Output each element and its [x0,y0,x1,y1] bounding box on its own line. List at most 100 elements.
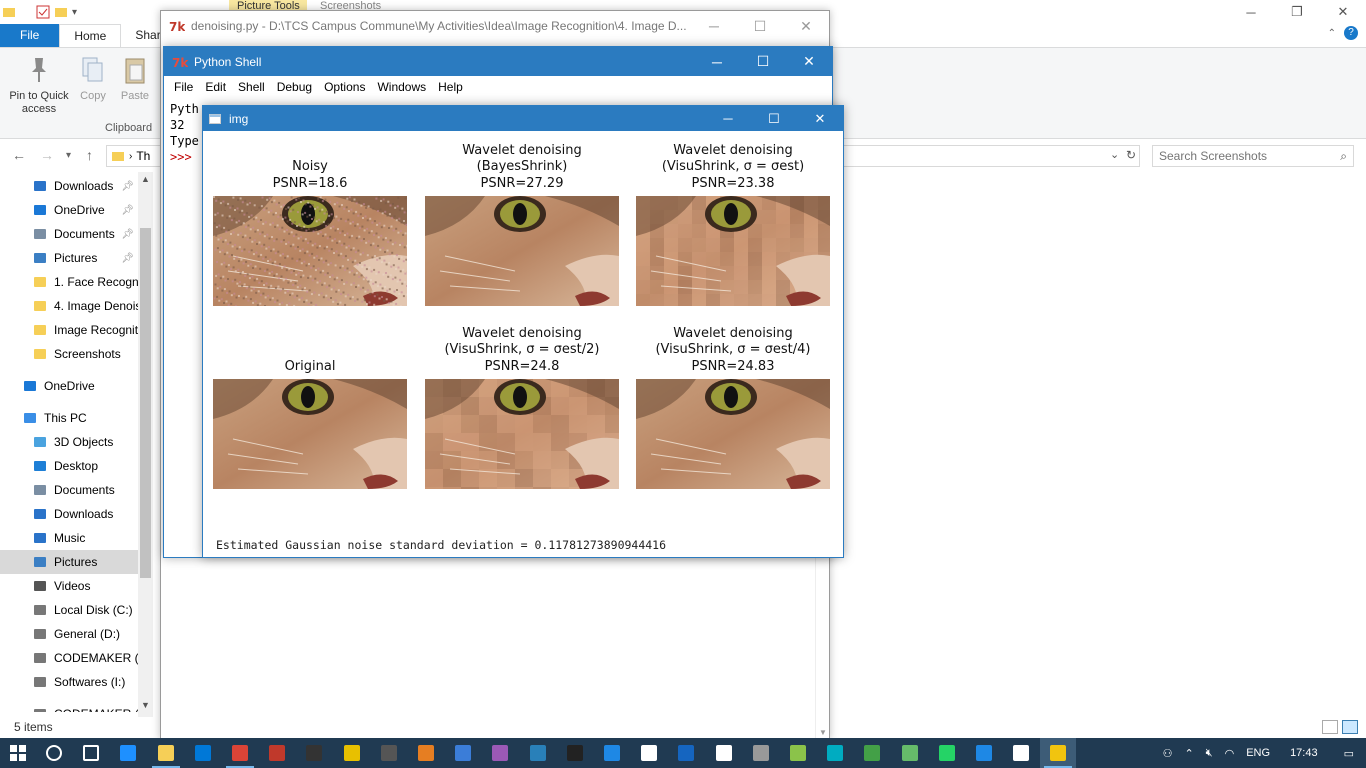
forward-arrow-icon[interactable]: → [40,147,54,163]
search-icon[interactable]: ⌕ [1340,149,1347,164]
sidebar-item[interactable]: General (D:) [0,622,138,646]
volume-muted-icon[interactable]: 🔇︎ [1200,747,1219,760]
sidebar-item[interactable]: Music [0,526,138,550]
tab-file[interactable]: File [0,24,60,47]
maximize-icon[interactable]: ☐ [751,106,797,131]
sidebar-item[interactable]: Softwares (I:) [0,670,138,694]
task-view-icon[interactable] [73,738,109,768]
chevron-down-icon[interactable]: ▾ [72,7,77,18]
minimize-icon[interactable]: ─ [691,11,737,41]
menu-edit[interactable]: Edit [199,80,232,94]
sidebar-item[interactable]: OneDrive [0,374,138,398]
paste-button[interactable]: Paste [118,54,152,103]
app-icon[interactable] [780,738,816,768]
sidebar-item[interactable]: CODEMAKER (E: [0,646,138,670]
app-icon[interactable] [520,738,556,768]
menu-help[interactable]: Help [432,80,469,94]
cmd-icon[interactable] [296,738,332,768]
chrome-icon[interactable] [222,738,258,768]
folder-icon[interactable] [2,5,16,19]
navigation-scrollbar[interactable]: ▲ ▼ [138,172,153,717]
app-icon[interactable] [743,738,779,768]
sidebar-item[interactable]: Screenshots [0,342,138,366]
app-icon[interactable] [706,738,742,768]
whatsapp-icon[interactable] [929,738,965,768]
search-box[interactable]: ⌕ [1152,145,1354,167]
store-icon[interactable] [185,738,221,768]
menu-file[interactable]: File [168,80,199,94]
people-icon[interactable]: ⚇ [1157,747,1179,760]
properties-icon[interactable] [36,5,50,19]
copy-button[interactable]: Copy [78,54,108,103]
edge-icon[interactable] [110,738,146,768]
app-icon[interactable] [594,738,630,768]
sidebar-item[interactable]: Desktop [0,454,138,478]
minimize-icon[interactable]: ─ [705,106,751,131]
address-bar-right[interactable]: ⌄ ↻ [844,145,1140,167]
start-icon[interactable] [0,738,36,768]
address-dropdown-icon[interactable]: ⌄ [1110,148,1119,161]
menu-windows[interactable]: Windows [371,80,432,94]
close-icon[interactable]: ✕ [1320,0,1366,24]
sidebar-item[interactable]: 4. Image Denois [0,294,138,318]
sidebar-item[interactable]: Pictures [0,550,138,574]
app-icon[interactable] [668,738,704,768]
help-icon[interactable]: ? [1344,26,1358,40]
app-icon[interactable] [817,738,853,768]
python-icon[interactable] [1040,738,1077,768]
wifi-icon[interactable]: ◠ [1219,747,1241,760]
up-arrow-icon[interactable]: ↑ [86,147,93,163]
close-icon[interactable]: ✕ [797,106,843,131]
pin-to-quick-access-button[interactable]: Pin to Quick access [6,54,72,116]
sidebar-item[interactable]: Downloads [0,502,138,526]
recent-locations-icon[interactable]: ▾ [66,150,71,161]
sidebar-item[interactable]: Documents [0,478,138,502]
search-input[interactable] [1159,149,1319,163]
maximize-icon[interactable]: ☐ [737,11,783,41]
menu-shell[interactable]: Shell [232,80,271,94]
close-icon[interactable]: ✕ [783,11,829,41]
sidebar-item[interactable]: Documents 📌︎ [0,222,138,246]
settings-icon[interactable] [1003,738,1039,768]
app-icon[interactable] [408,738,444,768]
clock[interactable]: 17:43 [1276,747,1332,759]
sidebar-item[interactable]: Downloads 📌︎ [0,174,138,198]
tray-chevron-up-icon[interactable]: ⌃ [1178,747,1199,760]
scroll-up-icon[interactable]: ▲ [141,174,150,184]
scroll-down-icon[interactable]: ▼ [141,700,150,710]
language-indicator[interactable]: ENG [1240,747,1276,759]
app-icon[interactable] [892,738,928,768]
sidebar-item[interactable]: Videos [0,574,138,598]
sidebar-item[interactable]: 3D Objects [0,430,138,454]
sidebar-item[interactable]: CODEMAKER (E:) [0,702,138,712]
app-icon[interactable] [371,738,407,768]
sidebar-item[interactable]: Pictures 📌︎ [0,246,138,270]
notepad-icon[interactable] [966,738,1002,768]
maximize-icon[interactable]: ☐ [740,47,786,76]
app-icon[interactable] [854,738,890,768]
notifications-icon[interactable]: ▭ [1332,747,1366,760]
app-icon[interactable] [259,738,295,768]
app-icon[interactable] [482,738,518,768]
search-icon[interactable] [36,738,72,768]
app-icon[interactable] [445,738,481,768]
back-arrow-icon[interactable]: ← [12,147,26,163]
app-icon[interactable] [334,738,370,768]
file-explorer-icon[interactable] [148,738,184,768]
new-folder-icon[interactable] [54,5,68,19]
large-icons-view-icon[interactable] [1342,720,1358,734]
menu-debug[interactable]: Debug [271,80,318,94]
mail-icon[interactable] [631,738,667,768]
scrollbar-thumb[interactable] [140,228,151,578]
minimize-icon[interactable]: ─ [1228,0,1274,24]
tab-home[interactable]: Home [59,24,122,47]
app-icon[interactable] [557,738,593,768]
restore-icon[interactable]: ❐ [1274,0,1320,24]
sidebar-item[interactable]: Local Disk (C:) [0,598,138,622]
sidebar-item[interactable]: 1. Face Recogniti [0,270,138,294]
close-icon[interactable]: ✕ [786,47,832,76]
details-view-icon[interactable] [1322,720,1338,734]
sidebar-item[interactable]: This PC [0,406,138,430]
scroll-down-icon[interactable]: ▼ [819,728,827,737]
address-bar[interactable]: › Th [106,145,166,167]
